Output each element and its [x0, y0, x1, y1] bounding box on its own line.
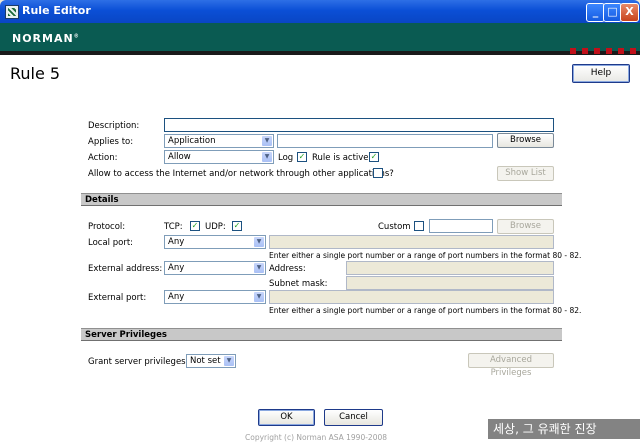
decor-square [570, 48, 576, 54]
protocol-browse-button[interactable]: Browse [497, 219, 554, 234]
custom-protocol-input[interactable] [429, 219, 493, 233]
log-label: Log [278, 153, 294, 163]
tcp-label: TCP: [164, 222, 183, 232]
action-label: Action: [88, 153, 118, 163]
window-title: Rule Editor [22, 4, 91, 17]
ok-button[interactable]: OK [258, 409, 315, 426]
close-button[interactable]: X [620, 3, 639, 22]
local-port-hint: Enter either a single port number or a r… [269, 251, 582, 260]
action-value: Allow [168, 152, 191, 162]
decor-square [606, 48, 612, 54]
subnet-mask-label: Subnet mask: [269, 279, 328, 289]
advanced-privileges-button[interactable]: Advanced Privileges [468, 353, 554, 378]
brand-logo: NORMAN® [12, 32, 80, 45]
server-privileges-header: Server Privileges [81, 328, 562, 341]
local-port-label: Local port: [88, 238, 134, 248]
udp-label: UDP: [205, 222, 226, 232]
decor-square [618, 48, 624, 54]
applies-to-select[interactable]: Application ▼ [164, 134, 274, 148]
custom-label: Custom [378, 222, 411, 232]
local-port-input[interactable] [269, 235, 554, 249]
address-label: Address: [269, 264, 306, 274]
applies-to-label: Applies to: [88, 137, 134, 147]
description-label: Description: [88, 121, 140, 131]
brand-banner [0, 23, 640, 51]
description-input[interactable] [164, 118, 554, 132]
chevron-down-icon: ▼ [254, 237, 264, 247]
external-port-select[interactable]: Any ▼ [164, 290, 266, 304]
decor-square [594, 48, 600, 54]
external-port-label: External port: [88, 293, 147, 303]
external-port-hint: Enter either a single port number or a r… [269, 306, 582, 315]
protocol-label: Protocol: [88, 222, 126, 232]
chevron-down-icon: ▼ [254, 292, 264, 302]
applies-to-path-input[interactable] [277, 134, 493, 148]
custom-checkbox[interactable] [414, 221, 424, 231]
external-address-label: External address: [88, 264, 163, 274]
action-select[interactable]: Allow ▼ [164, 150, 274, 164]
chevron-down-icon: ▼ [262, 152, 272, 162]
log-checkbox[interactable]: ✓ [297, 152, 307, 162]
allow-other-checkbox[interactable] [373, 168, 383, 178]
local-port-value: Any [168, 237, 185, 247]
applies-to-value: Application [168, 136, 216, 146]
address-input[interactable] [346, 261, 554, 275]
external-port-input[interactable] [269, 290, 554, 304]
grant-privileges-label: Grant server privileges? [88, 357, 191, 367]
rule-active-checkbox[interactable]: ✓ [369, 152, 379, 162]
external-port-value: Any [168, 292, 185, 302]
local-port-select[interactable]: Any ▼ [164, 235, 266, 249]
allow-other-label: Allow to access the Internet and/or netw… [88, 169, 394, 179]
decor-square [630, 48, 636, 54]
app-icon[interactable] [5, 5, 19, 19]
decor-square [582, 48, 588, 54]
grant-privileges-select[interactable]: Not set ▼ [186, 354, 236, 368]
show-list-button[interactable]: Show List [497, 166, 554, 181]
title-bar [0, 0, 640, 23]
watermark-text: 세상, 그 유쾌한 진장 [488, 419, 640, 439]
rule-title: Rule 5 [10, 64, 61, 83]
tcp-checkbox[interactable]: ✓ [190, 221, 200, 231]
details-header: Details [81, 193, 562, 206]
external-address-select[interactable]: Any ▼ [164, 261, 266, 275]
browse-button[interactable]: Browse [497, 133, 554, 148]
help-button[interactable]: Help [572, 64, 630, 83]
cancel-button[interactable]: Cancel [324, 409, 383, 426]
grant-privileges-value: Not set [190, 356, 221, 366]
udp-checkbox[interactable]: ✓ [232, 221, 242, 231]
copyright-text: Copyright (c) Norman ASA 1990-2008 [245, 433, 388, 442]
external-address-value: Any [168, 263, 185, 273]
chevron-down-icon: ▼ [262, 136, 272, 146]
rule-active-label: Rule is active [312, 153, 369, 163]
chevron-down-icon: ▼ [224, 356, 234, 366]
subnet-mask-input[interactable] [346, 276, 554, 290]
chevron-down-icon: ▼ [254, 263, 264, 273]
